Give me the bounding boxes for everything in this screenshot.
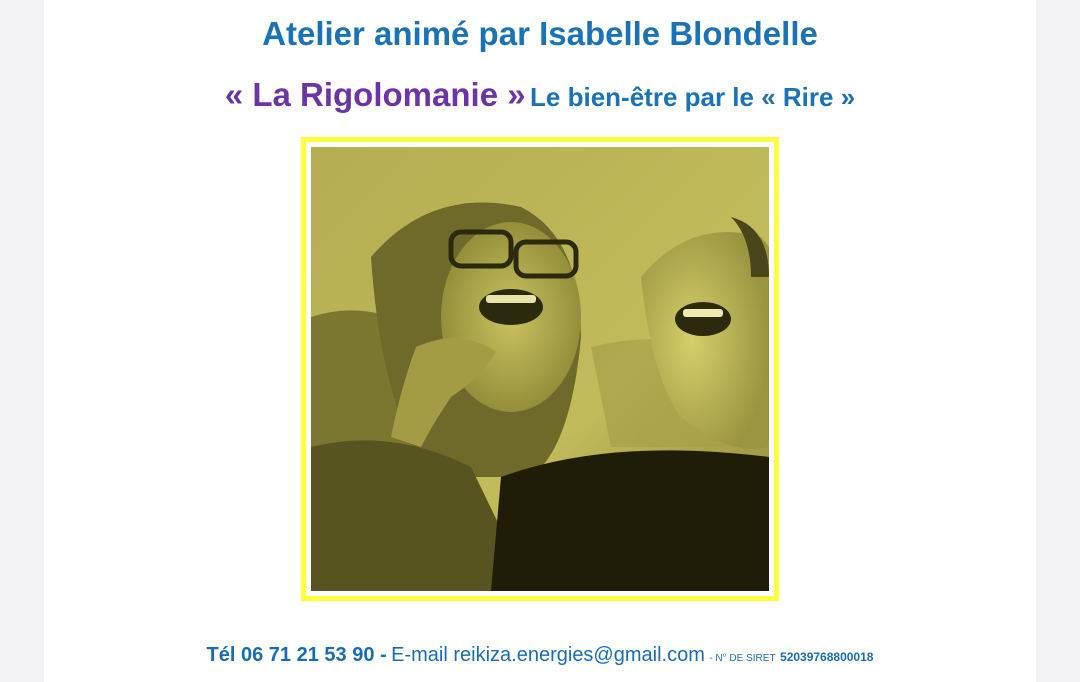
page-subtitle: « La Rigolomanie » Le bien-être par le «… — [44, 73, 1036, 124]
workshop-tagline: Le bien-être par le « Rire » — [530, 82, 856, 112]
photo-frame — [301, 137, 779, 601]
phone-number: Tél 06 71 21 53 90 - — [206, 644, 387, 666]
flyer-page: Atelier animé par Isabelle Blondelle « L… — [44, 0, 1036, 682]
photo-border — [306, 142, 774, 596]
siret-number: 52039768800018 — [780, 650, 874, 664]
photo-laughing-women-image — [311, 147, 769, 591]
contact-footer: Tél 06 71 21 53 90 - E-mail reikiza.ener… — [44, 640, 1036, 674]
email-address: E-mail reikiza.energies@gmail.com — [391, 644, 705, 666]
workshop-name: « La Rigolomanie » — [224, 76, 526, 113]
siret-label: - N° DE SIRET — [709, 653, 776, 664]
page-title: Atelier animé par Isabelle Blondelle — [262, 15, 818, 52]
